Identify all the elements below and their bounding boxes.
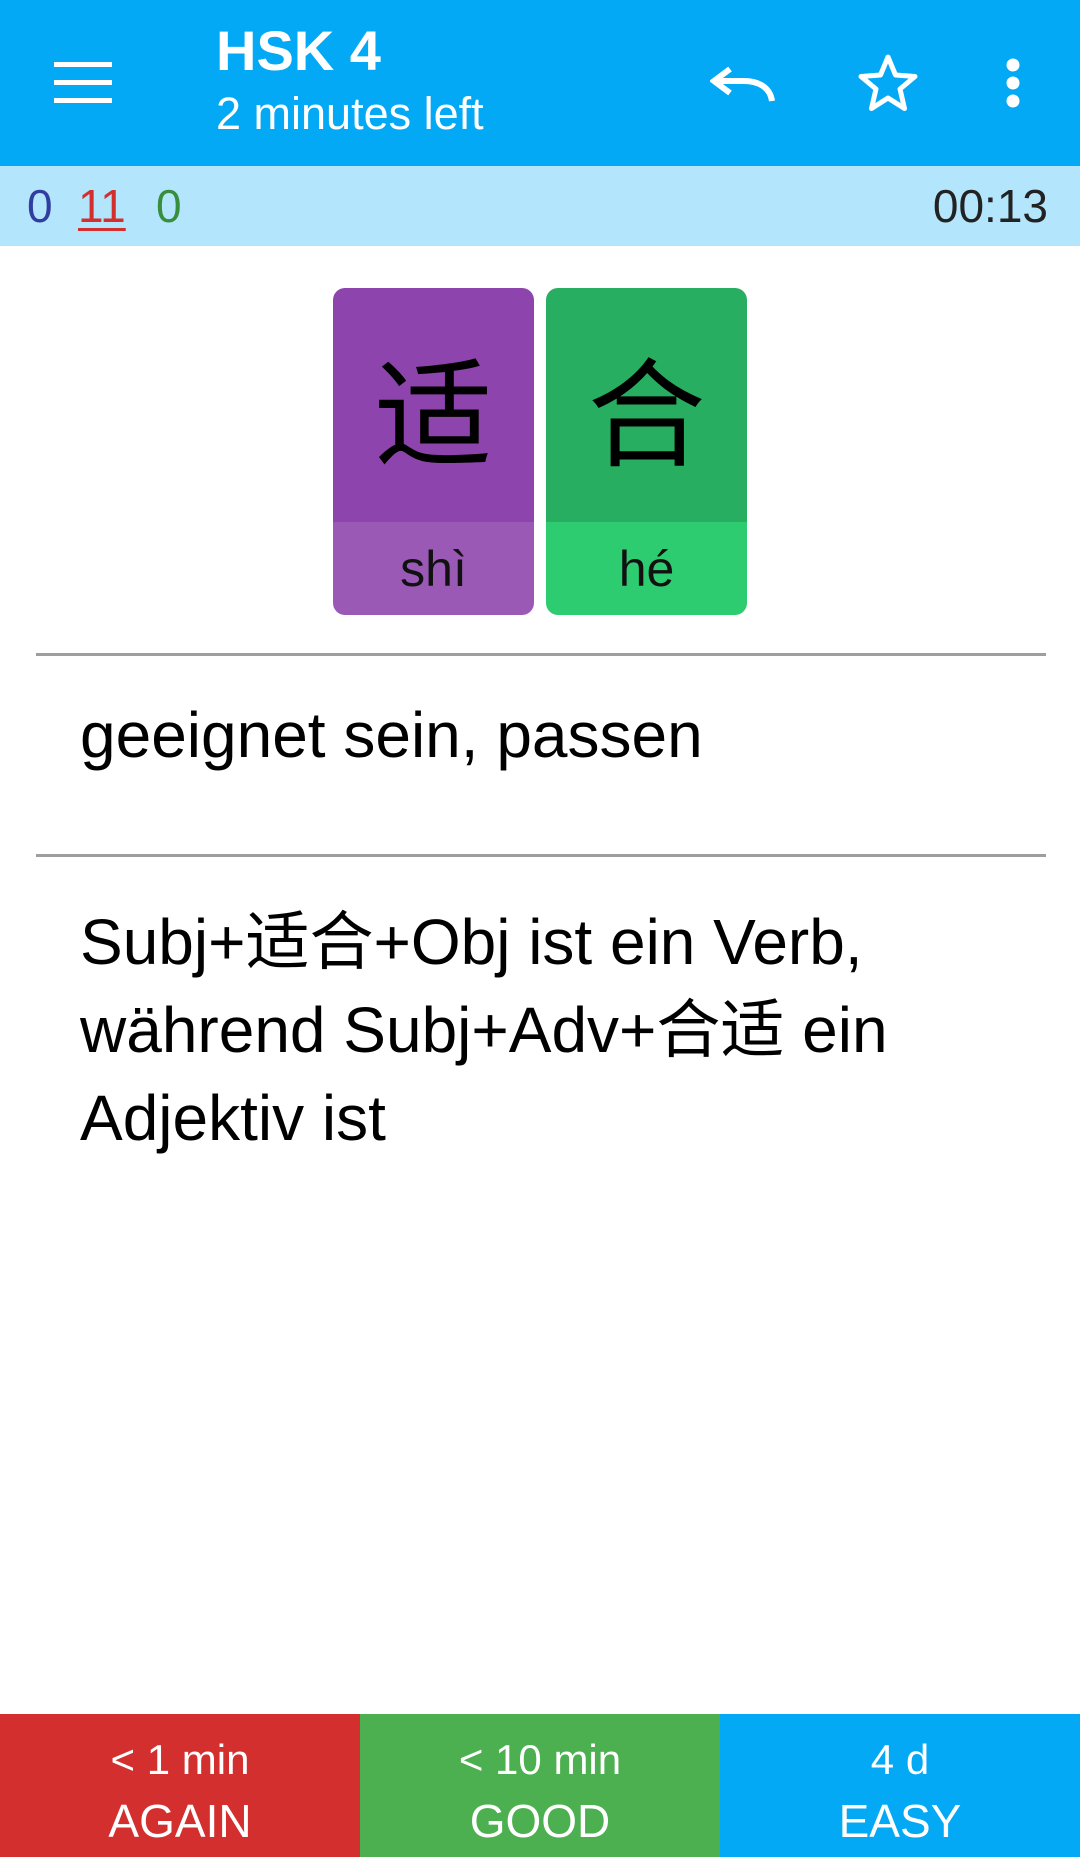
divider <box>36 653 1046 656</box>
time-left-subtitle: 2 minutes left <box>216 88 484 139</box>
card-timer: 00:13 <box>932 180 1048 232</box>
again-label: AGAIN <box>108 1795 252 1847</box>
easy-interval: 4 d <box>870 1736 930 1783</box>
menu-icon <box>54 62 112 103</box>
learning-count: 11 <box>78 180 126 232</box>
undo-button[interactable] <box>700 40 786 126</box>
menu-button[interactable] <box>40 40 126 126</box>
more-vert-icon <box>1006 58 1020 108</box>
deck-title: HSK 4 <box>216 19 381 82</box>
card-meaning: geeignet sein, passen <box>80 699 703 771</box>
good-interval: < 10 min <box>458 1736 622 1783</box>
pinyin-label: shì <box>333 522 534 615</box>
pinyin-label: hé <box>546 522 747 615</box>
easy-label: EASY <box>838 1795 962 1847</box>
title-group: HSK 4 2 minutes left <box>216 18 484 142</box>
review-count: 0 <box>156 180 182 232</box>
good-label: GOOD <box>469 1795 611 1847</box>
hanzi-character: 适 <box>333 288 534 522</box>
card-count-bar: 0 11 0 00:13 <box>0 166 1080 246</box>
character-tile: 合 hé <box>546 288 747 615</box>
star-outline-icon <box>858 54 918 111</box>
hanzi-character: 合 <box>546 288 747 522</box>
character-tile: 适 shì <box>333 288 534 615</box>
star-button[interactable] <box>845 40 931 126</box>
easy-button[interactable]: 4 d EASY <box>720 1714 1080 1857</box>
undo-icon <box>710 66 775 102</box>
divider <box>36 854 1046 857</box>
again-button[interactable]: < 1 min AGAIN <box>0 1714 360 1857</box>
card-usage-note: Subj+适合+Obj ist ein Verb, während Subj+A… <box>80 906 888 1154</box>
more-options-button[interactable] <box>970 40 1056 126</box>
review-screen: HSK 4 2 minutes left 0 11 0 00:13 适 shì … <box>0 0 1080 1857</box>
again-interval: < 1 min <box>110 1736 250 1783</box>
new-count: 0 <box>27 180 53 232</box>
good-button[interactable]: < 10 min GOOD <box>360 1714 720 1857</box>
app-bar: HSK 4 2 minutes left <box>0 0 1080 166</box>
